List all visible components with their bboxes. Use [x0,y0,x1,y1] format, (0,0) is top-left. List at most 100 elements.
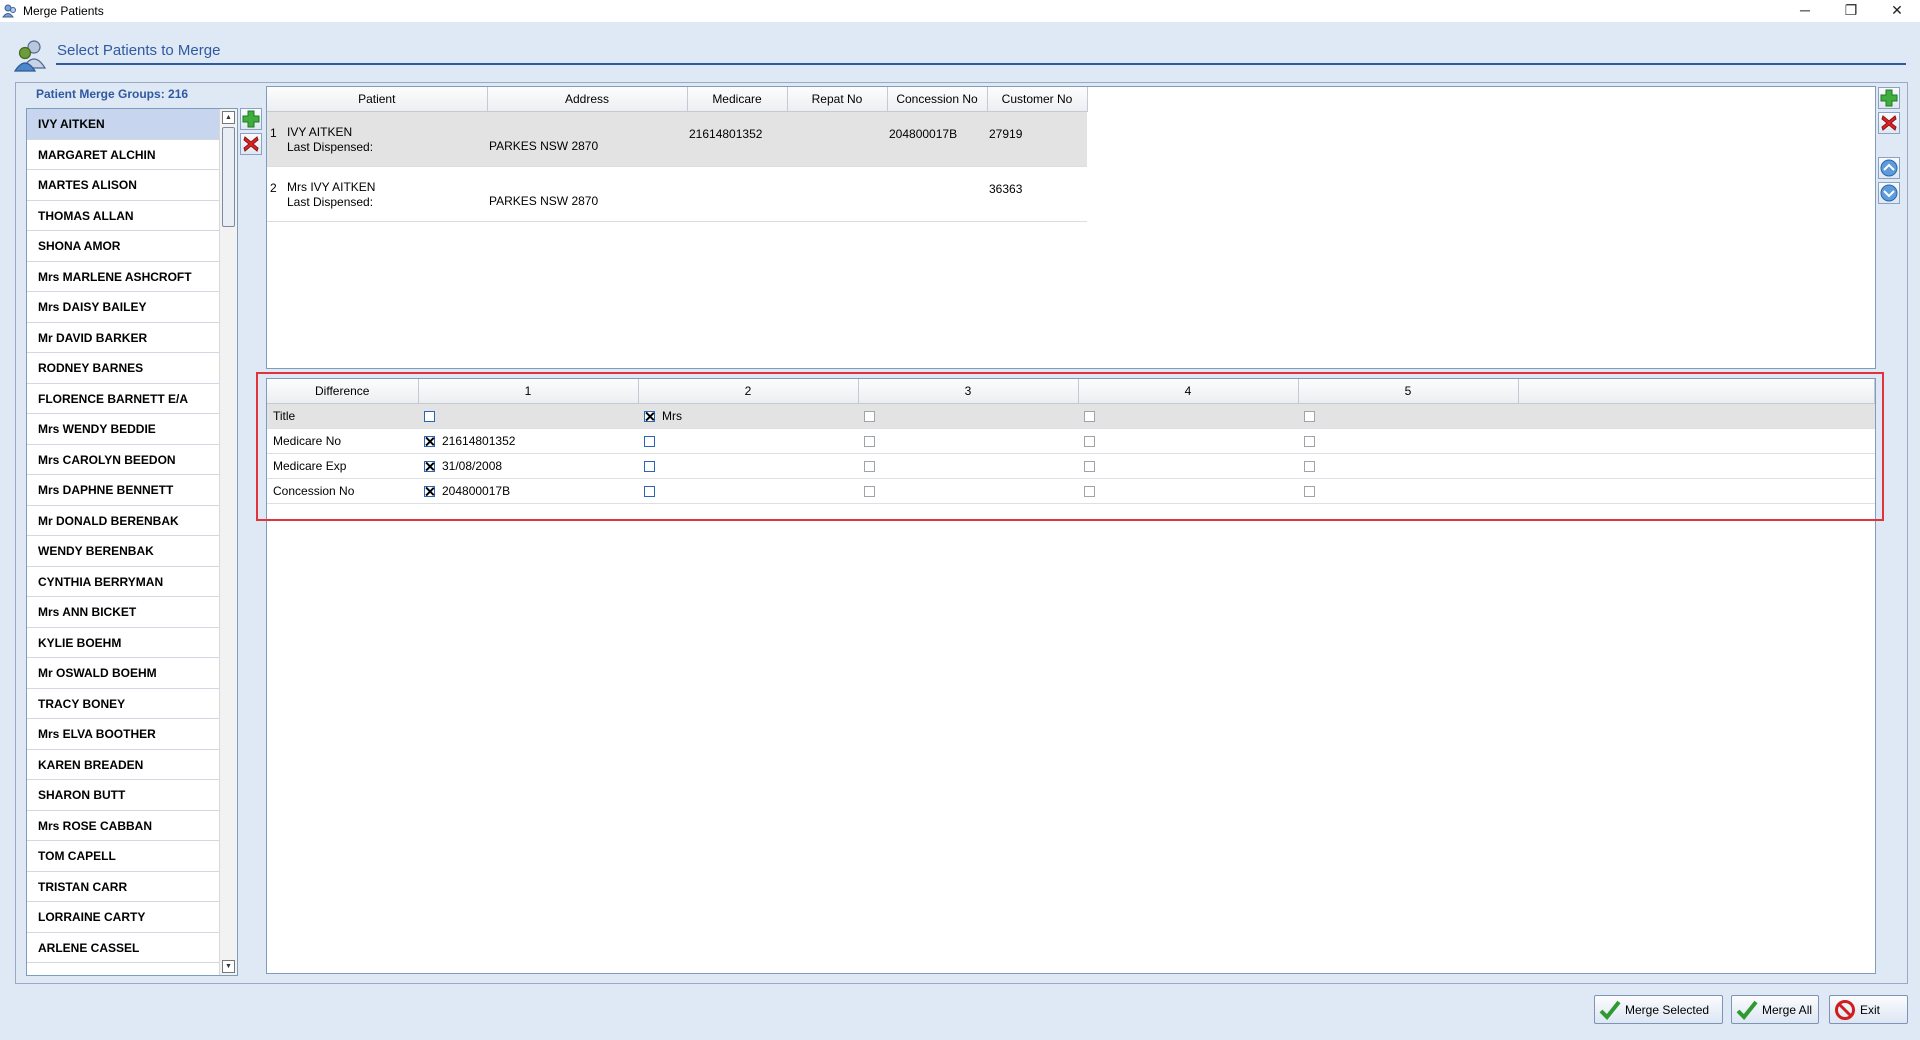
patient-group-item[interactable]: LORRAINE CARTY [27,902,219,933]
scroll-thumb[interactable] [222,127,235,227]
scroll-down-arrow[interactable]: ▼ [222,960,235,973]
patient-group-list[interactable]: IVY AITKEN MARGARET ALCHIN MARTES ALISON TH… [26,108,238,976]
patient-table-panel: Patient Address Medicare Repat No Concession… [266,86,1876,369]
column-header[interactable]: Address [487,87,688,112]
patient-group-item[interactable]: MARGARET ALCHIN [27,139,219,170]
difference-table: Difference 1 2 3 4 5 Title Mrs Medicare No 21614… [267,379,1875,504]
column-header[interactable]: Repat No [787,87,888,112]
patient-group-item[interactable]: IVY AITKEN [27,109,219,140]
checkbox[interactable] [1304,486,1315,498]
checkbox[interactable] [1084,486,1095,498]
merge-all-button[interactable]: Merge All [1731,995,1819,1024]
difference-row: Medicare Exp 31/08/2008 [267,453,1875,479]
column-header[interactable]: Customer No [987,87,1088,112]
plus-icon [242,110,260,128]
patient-group-item[interactable]: SHONA AMOR [27,231,219,262]
checkbox[interactable] [1084,411,1095,423]
difference-value-text: 21614801352 [442,434,516,448]
patient-group-item[interactable]: Mrs MARLENE ASHCROFT [27,261,219,292]
column-header[interactable]: 1 [418,379,639,404]
patient-group-item[interactable]: TRACY BONEY [27,688,219,719]
move-down-button[interactable] [1878,182,1900,204]
checkbox[interactable] [1304,436,1315,448]
patient-group-item[interactable]: RODNEY BARNES [27,353,219,384]
patient-group-item[interactable]: CYNTHIA BERRYMAN [27,566,219,597]
checkbox[interactable] [644,436,655,448]
column-header[interactable]: Patient [267,87,488,112]
checkbox[interactable] [1304,461,1315,473]
checkbox-checked[interactable] [424,461,435,473]
page-title: Select Patients to Merge [57,42,221,59]
checkbox[interactable] [864,486,875,498]
checkbox[interactable] [1304,411,1315,423]
patient-group-item[interactable]: Mrs ROSE CABBAN [27,810,219,841]
patient-group-item[interactable]: Mrs WENDY BEDDIE [27,414,219,445]
column-header[interactable]: Concession No [887,87,988,112]
merge-selected-button[interactable]: Merge Selected [1594,995,1723,1024]
patient-group-item[interactable]: Mrs CAROLYN BEEDON [27,444,219,475]
checkbox[interactable] [1084,461,1095,473]
patient-group-item[interactable]: SHARON BUTT [27,780,219,811]
patient-group-item[interactable]: Mrs ANN BICKET [27,597,219,628]
column-header[interactable]: 5 [1298,379,1519,404]
checkbox-checked[interactable] [424,436,435,448]
window-title: Merge Patients [23,4,104,18]
patient-group-item[interactable]: KAREN BREADEN [27,749,219,780]
move-up-button[interactable] [1878,157,1900,179]
patient-group-item[interactable]: Mrs DAISY BAILEY [27,292,219,323]
add-group-button[interactable] [240,108,262,130]
patient-group-items: IVY AITKEN MARGARET ALCHIN MARTES ALISON TH… [27,109,219,963]
remove-group-button[interactable] [240,133,262,155]
patient-group-item[interactable]: Mrs ELVA BOOTHER [27,719,219,750]
patient-group-item[interactable]: ARLENE CASSEL [27,932,219,963]
minimize-button[interactable]: ─ [1782,0,1828,22]
remove-patient-button[interactable] [1878,112,1900,134]
checkbox[interactable] [864,411,875,423]
green-check-icon [1599,1000,1621,1020]
patient-group-item[interactable]: Mr DONALD BERENBAK [27,505,219,536]
add-patient-button[interactable] [1878,87,1900,109]
chevron-down-icon [1880,184,1898,202]
difference-value-cell [858,428,1078,454]
patient-group-item[interactable]: FLORENCE BARNETT E/A [27,383,219,414]
column-header[interactable]: 2 [638,379,859,404]
scroll-up-arrow[interactable]: ▲ [222,111,235,124]
medicare-cell: 21614801352 [687,111,787,167]
difference-value-cell [1078,478,1298,504]
difference-value-cell [1078,403,1298,429]
patient-group-item[interactable]: Mr DAVID BARKER [27,322,219,353]
list-scrollbar[interactable]: ▲ ▼ [219,109,237,975]
patient-group-item[interactable]: TRISTAN CARR [27,871,219,902]
patient-row[interactable]: 2 Mrs IVY AITKEN Last Dispensed: PARKES NSW… [267,166,1087,222]
patient-group-item[interactable]: TOM CAPELL [27,841,219,872]
patient-group-item[interactable]: THOMAS ALLAN [27,200,219,231]
patient-group-item[interactable]: MARTES ALISON [27,170,219,201]
repat-cell [787,166,887,222]
difference-filler-cell [1518,428,1875,454]
column-header-filler [1518,379,1875,404]
column-header[interactable]: Medicare [687,87,788,112]
patient-group-item[interactable]: WENDY BERENBAK [27,536,219,567]
checkbox-checked[interactable] [424,486,435,498]
checkbox[interactable] [864,436,875,448]
column-header[interactable]: 4 [1078,379,1299,404]
maximize-button[interactable]: ❐ [1828,0,1874,22]
column-header[interactable]: Difference [267,379,419,404]
checkbox[interactable] [1084,436,1095,448]
difference-value-text: 31/08/2008 [442,459,503,473]
difference-field-label: Title [267,403,418,429]
close-button[interactable]: ✕ [1874,0,1920,22]
column-header[interactable]: 3 [858,379,1079,404]
checkbox-checked[interactable] [644,411,655,423]
checkbox[interactable] [644,486,655,498]
checkbox[interactable] [424,411,435,423]
patient-group-item[interactable]: Mr OSWALD BOEHM [27,658,219,689]
patient-row[interactable]: 1 IVY AITKEN Last Dispensed: PARKES NSW 287… [267,111,1087,167]
checkbox[interactable] [644,461,655,473]
address-cell: PARKES NSW 2870 [487,166,687,222]
patient-group-item[interactable]: Mrs DAPHNE BENNETT [27,475,219,506]
patient-group-item[interactable]: KYLIE BOEHM [27,627,219,658]
exit-button[interactable]: Exit [1829,995,1908,1024]
patient-name: Mrs IVY AITKEN [287,179,376,194]
checkbox[interactable] [864,461,875,473]
